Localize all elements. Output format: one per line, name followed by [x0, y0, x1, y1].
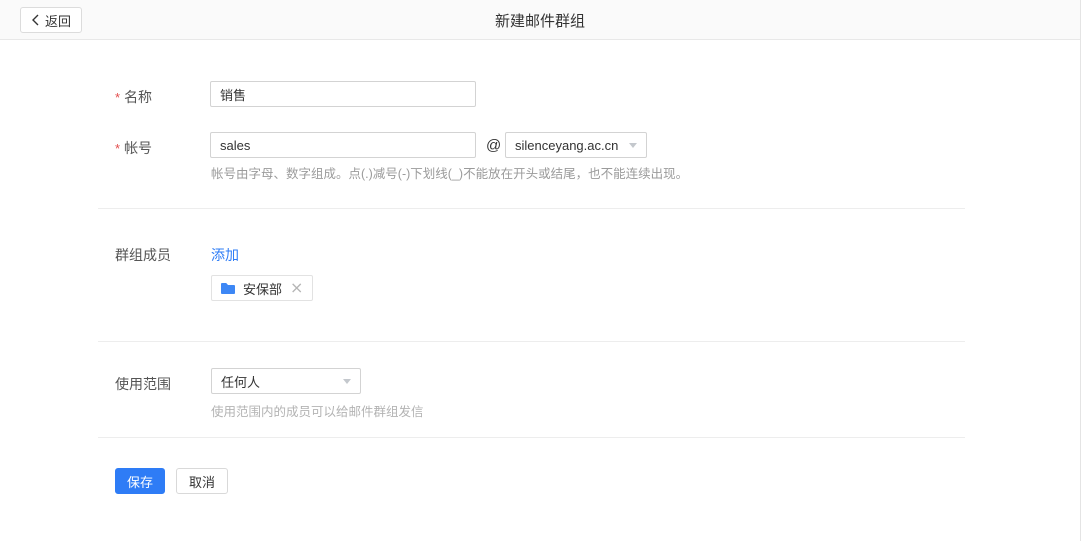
account-help-text: 帐号由字母、数字组成。点(.)减号(-)下划线(_)不能放在开头或结尾，也不能连… — [211, 163, 688, 182]
scope-help-text: 使用范围内的成员可以给邮件群组发信 — [211, 401, 424, 420]
member-tag: 安保部 × — [211, 275, 313, 301]
name-input[interactable] — [210, 81, 476, 107]
required-asterisk: * — [115, 141, 120, 156]
at-symbol: @ — [486, 137, 501, 154]
remove-member-icon[interactable]: × — [289, 280, 304, 296]
cancel-button[interactable]: 取消 — [176, 468, 228, 494]
name-label: *名称 — [115, 87, 152, 107]
account-label: *帐号 — [115, 138, 152, 158]
page-header: 返回 新建邮件群组 — [0, 0, 1080, 40]
chevron-down-icon — [629, 143, 637, 148]
members-label: 群组成员 — [115, 245, 171, 265]
section-divider — [98, 341, 965, 342]
chevron-down-icon — [343, 379, 351, 384]
save-button[interactable]: 保存 — [115, 468, 165, 494]
section-divider — [98, 437, 965, 438]
domain-select[interactable]: silenceyang.ac.cn — [505, 132, 647, 158]
scope-select-value: 任何人 — [221, 372, 337, 391]
account-input[interactable] — [210, 132, 476, 158]
section-divider — [98, 208, 965, 209]
add-member-link[interactable]: 添加 — [211, 245, 239, 265]
scope-label: 使用范围 — [115, 374, 171, 394]
scope-select[interactable]: 任何人 — [211, 368, 361, 394]
folder-icon — [220, 282, 236, 295]
domain-select-value: silenceyang.ac.cn — [515, 138, 623, 153]
member-tag-label: 安保部 — [243, 279, 282, 298]
form-panel: *名称 *帐号 @ silenceyang.ac.cn 帐号由字母、数字组成。点… — [0, 40, 1080, 541]
page-title: 新建邮件群组 — [0, 0, 1080, 40]
required-asterisk: * — [115, 90, 120, 105]
